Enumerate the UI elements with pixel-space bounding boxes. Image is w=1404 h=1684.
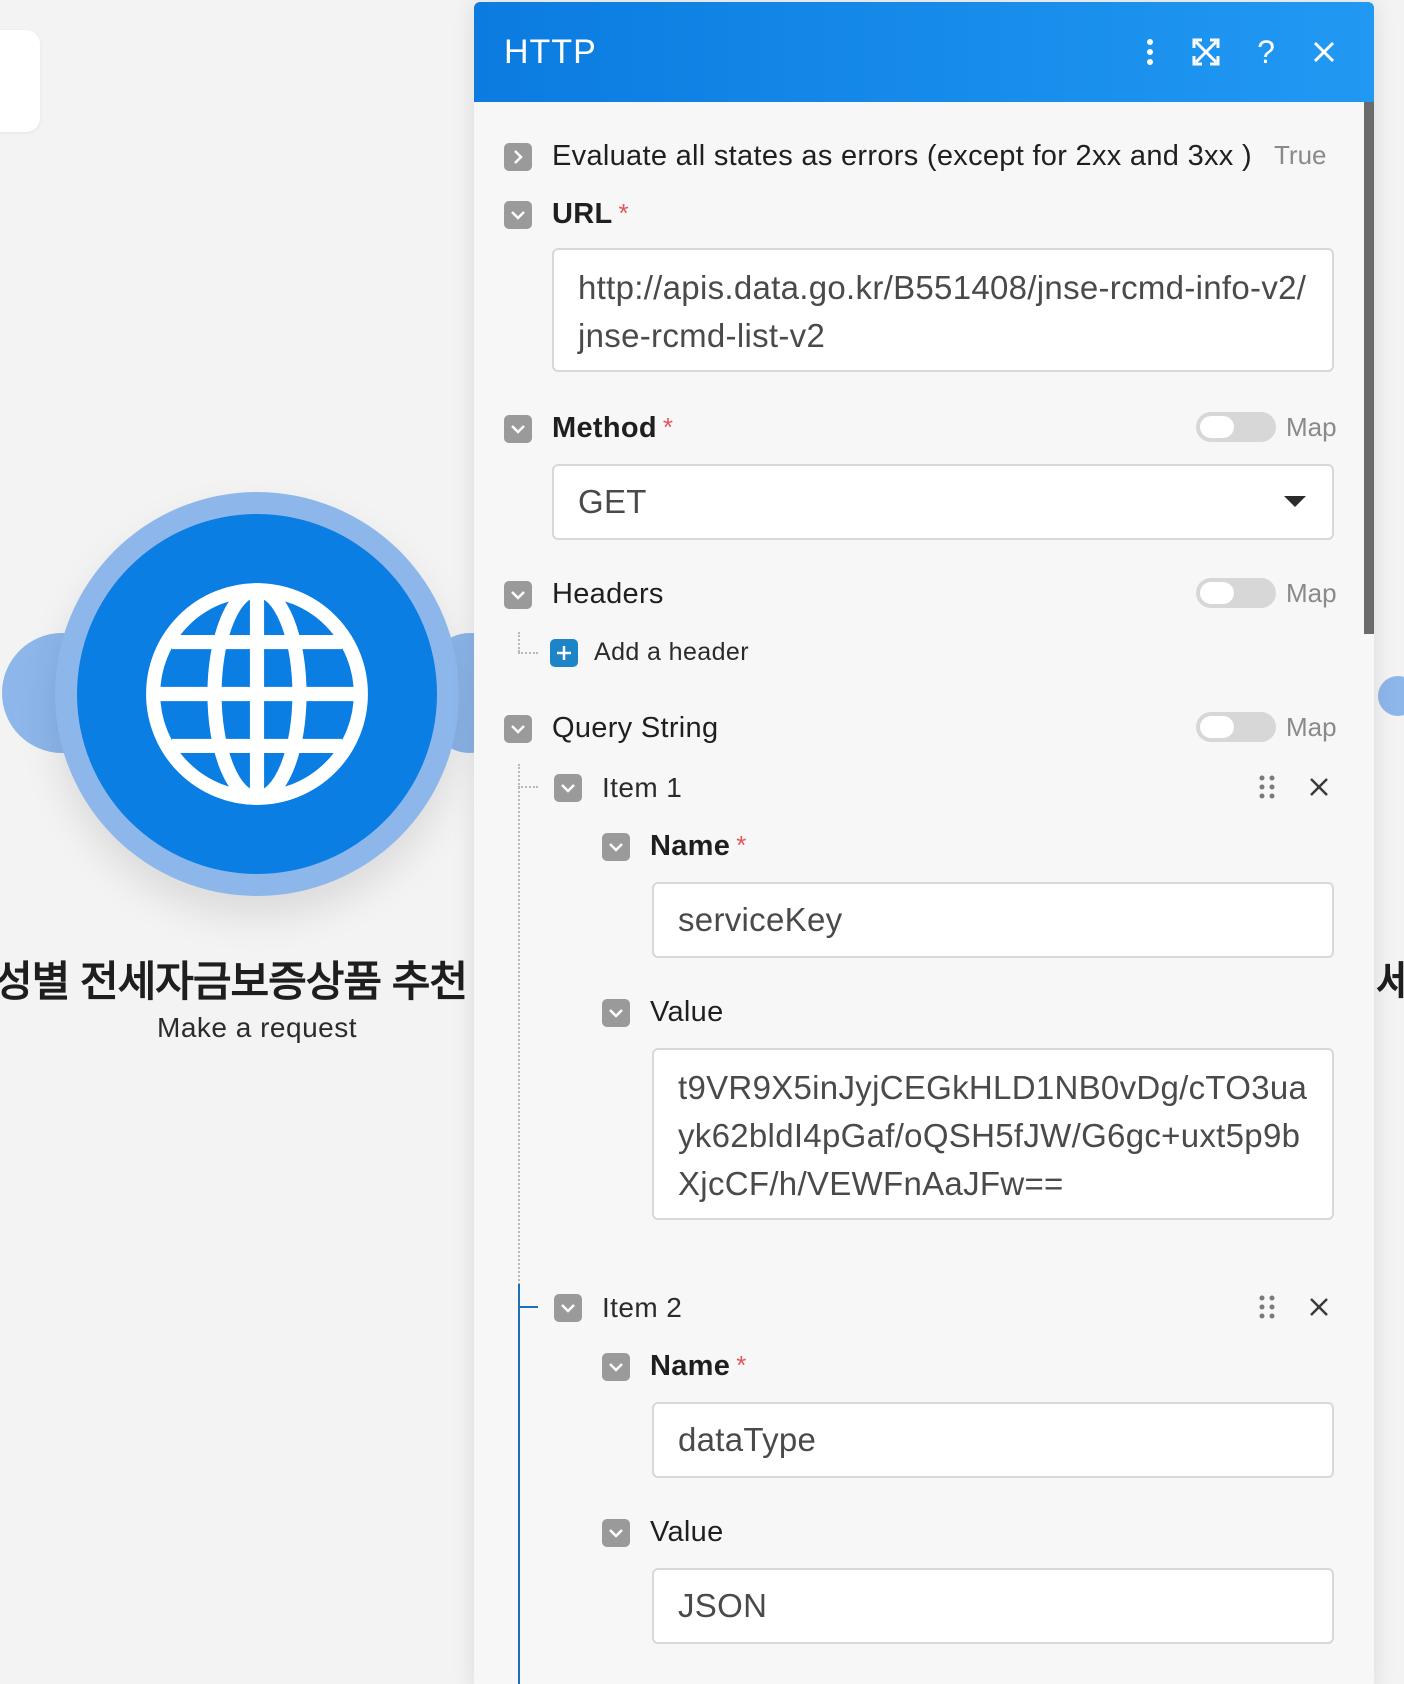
scenario-canvas[interactable]: 성별 전세자금보증상품 추천 API Make a request	[0, 0, 520, 1684]
globe-icon	[146, 583, 368, 805]
help-icon[interactable]: ?	[1246, 32, 1286, 72]
required-asterisk: *	[618, 198, 629, 228]
method-map-toggle[interactable]	[1196, 412, 1276, 442]
tree-connector-active	[518, 1306, 538, 1308]
headers-map-label: Map	[1286, 578, 1337, 608]
item-1-value-header: Value	[602, 996, 724, 1029]
method-map-label: Map	[1286, 412, 1337, 442]
chevron-down-icon	[1284, 496, 1306, 507]
query-string-field-header: Query String	[504, 712, 718, 745]
required-asterisk: *	[662, 412, 674, 442]
http-module-core[interactable]	[77, 514, 437, 874]
query-string-label: Query String	[552, 712, 719, 744]
required-asterisk: *	[736, 830, 747, 860]
expand-icon[interactable]	[1186, 32, 1226, 72]
value-label: Value	[650, 1516, 724, 1548]
item-2-value-header: Value	[602, 1516, 724, 1549]
collapse-chevron-icon[interactable]	[602, 1518, 630, 1547]
item-1-value-input[interactable]: t9VR9X5inJyjCEGkHLD1NB0vDg/cTO3uayk62bld…	[652, 1048, 1334, 1220]
item-label: Item 1	[602, 772, 683, 803]
tree-connector	[518, 632, 520, 652]
query-string-map-toggle[interactable]	[1196, 712, 1276, 742]
remove-item-icon[interactable]	[1308, 776, 1330, 798]
name-label: Name	[650, 1350, 731, 1382]
collapse-chevron-icon[interactable]	[602, 832, 630, 861]
url-field-header: URL *	[504, 198, 629, 231]
query-item-1-header: Item 1	[554, 772, 682, 804]
plus-icon	[550, 638, 578, 667]
query-item-2-header: Item 2	[554, 1292, 682, 1324]
item-2-value-input[interactable]: JSON	[652, 1568, 1334, 1644]
remove-item-icon[interactable]	[1308, 1296, 1330, 1318]
tree-connector	[518, 764, 520, 1288]
panel-title: HTTP	[504, 32, 597, 71]
item-label: Item 2	[602, 1292, 683, 1323]
more-vert-icon[interactable]	[1130, 32, 1170, 72]
method-select[interactable]: GET	[552, 464, 1334, 540]
collapse-chevron-icon[interactable]	[602, 998, 630, 1027]
value-label: Value	[650, 996, 724, 1028]
panel-header: HTTP ?	[474, 2, 1374, 102]
headers-label: Headers	[552, 578, 664, 610]
tree-connector-active	[518, 1284, 520, 1684]
collapse-chevron-icon[interactable]	[504, 414, 532, 443]
drag-handle-icon[interactable]	[1257, 1294, 1277, 1320]
query-string-map-label: Map	[1286, 712, 1337, 742]
close-icon[interactable]	[1304, 32, 1344, 72]
module-settings-panel: HTTP ? Evaluate all states as errors (ex…	[474, 2, 1374, 1684]
panel-scrollbar[interactable]	[1364, 102, 1374, 634]
headers-map-toggle[interactable]	[1196, 578, 1276, 608]
next-module-title: 세	[1376, 958, 1404, 1005]
module-subtitle: Make a request	[157, 1012, 357, 1043]
next-module-connector[interactable]	[1378, 676, 1404, 716]
expand-chevron-icon[interactable]	[504, 142, 532, 171]
url-label: URL	[552, 198, 613, 230]
collapse-chevron-icon[interactable]	[504, 714, 532, 743]
collapse-chevron-icon[interactable]	[504, 200, 532, 229]
method-label: Method	[552, 412, 657, 444]
evaluate-errors-label: Evaluate all states as errors (except fo…	[552, 140, 1252, 172]
method-selected-value: GET	[578, 483, 647, 520]
drag-handle-icon[interactable]	[1257, 774, 1277, 800]
url-input[interactable]: http://apis.data.go.kr/B551408/jnse-rcmd…	[552, 248, 1334, 372]
item-2-name-input[interactable]: dataType	[652, 1402, 1334, 1478]
collapse-chevron-icon[interactable]	[554, 774, 582, 802]
tree-connector	[518, 652, 538, 654]
headers-field-header: Headers	[504, 578, 664, 611]
tree-connector	[518, 786, 538, 788]
item-1-name-input[interactable]: serviceKey	[652, 882, 1334, 958]
collapse-chevron-icon[interactable]	[554, 1294, 582, 1322]
canvas-note-card[interactable]	[0, 30, 40, 132]
evaluate-errors-value[interactable]: True	[1274, 140, 1327, 171]
method-field-header: Method *	[504, 412, 673, 445]
add-header-label: Add a header	[594, 638, 749, 666]
collapse-chevron-icon[interactable]	[602, 1352, 630, 1381]
name-label: Name	[650, 830, 731, 862]
collapse-chevron-icon[interactable]	[504, 580, 532, 609]
evaluate-errors-row: Evaluate all states as errors (except fo…	[504, 140, 1252, 173]
item-1-name-header: Name *	[602, 830, 746, 863]
add-header-button[interactable]: Add a header	[550, 638, 749, 667]
module-title: 성별 전세자금보증상품 추천 API	[0, 958, 474, 1005]
item-2-name-header: Name *	[602, 1350, 746, 1383]
required-asterisk: *	[736, 1350, 747, 1380]
